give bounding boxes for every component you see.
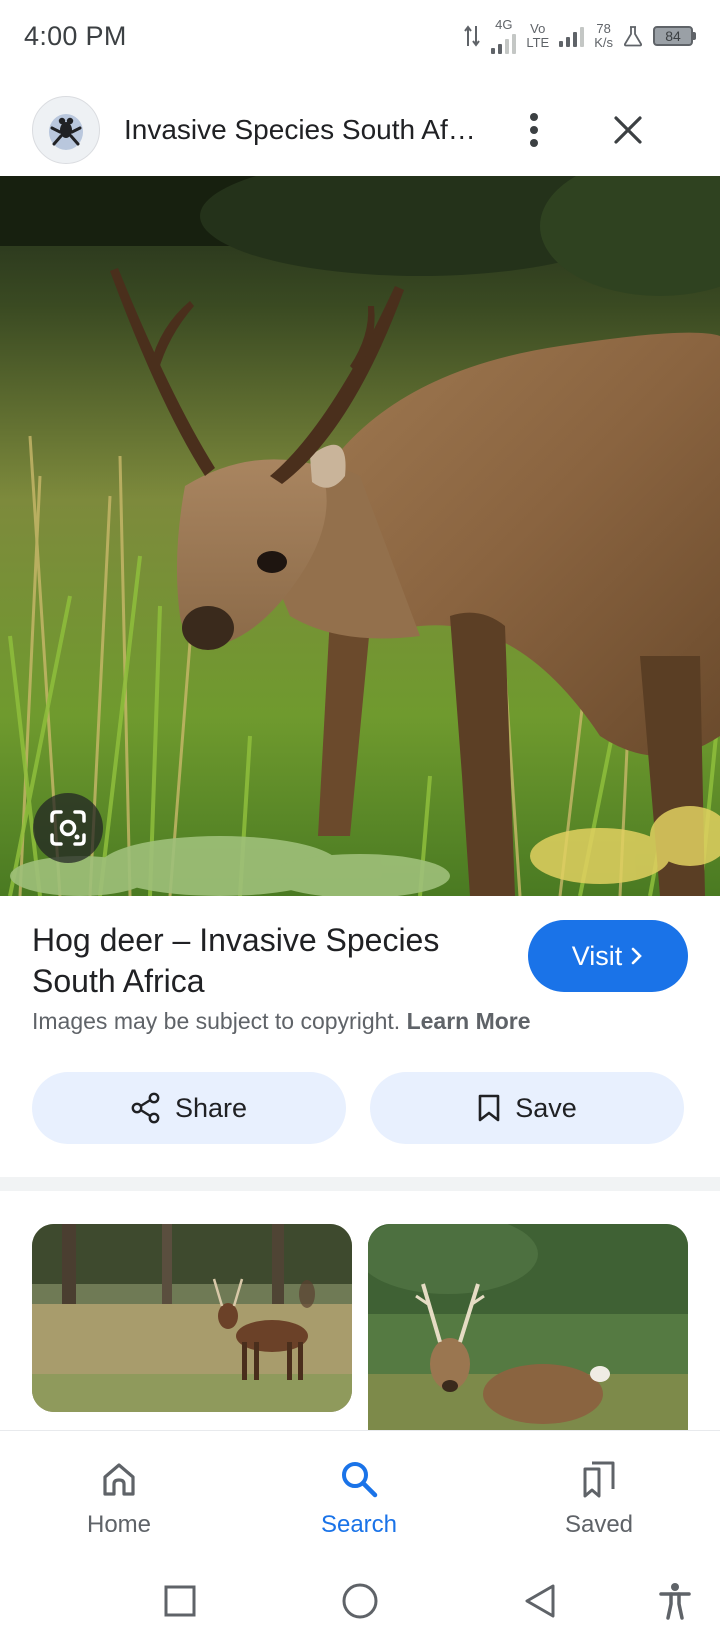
home-system-button[interactable] [335, 1576, 385, 1626]
back-button[interactable] [515, 1576, 565, 1626]
section-divider [0, 1177, 720, 1191]
home-circle-icon [342, 1583, 378, 1619]
lte-label: LTE [526, 35, 550, 50]
battery-level: 84 [665, 28, 681, 44]
nav-home-label: Home [86, 1511, 152, 1538]
recents-button[interactable] [155, 1576, 205, 1626]
lens-icon [50, 810, 86, 846]
nav-saved-label: Saved [564, 1511, 634, 1538]
nav-search-label: Search [320, 1511, 398, 1538]
copyright-notice: Images may be subject to copyright. Lear… [32, 1008, 531, 1035]
copyright-text: Images may be subject to copyright. [32, 1008, 401, 1034]
system-navigation-bar [0, 1562, 720, 1640]
visit-label: Visit [571, 940, 623, 971]
nav-saved[interactable]: Saved [519, 1431, 679, 1563]
saved-icon [583, 1461, 615, 1498]
nav-search[interactable]: Search [279, 1431, 439, 1563]
site-logo[interactable] [32, 96, 100, 164]
header-title: Invasive Species South Africa [124, 114, 484, 145]
close-button[interactable] [604, 106, 652, 154]
network-speed-value: 78 [596, 21, 611, 36]
flask-icon [623, 26, 643, 47]
related-image[interactable] [368, 1224, 688, 1444]
save-button[interactable]: Save [370, 1072, 684, 1144]
nav-home[interactable]: Home [39, 1431, 199, 1563]
result-title[interactable]: Hog deer – Invasive Species South Africa [32, 920, 492, 1002]
accessibility-icon [659, 1583, 691, 1620]
status-time: 4:00 PM [24, 20, 127, 51]
learn-more-link[interactable]: Learn More [407, 1008, 531, 1034]
status-icons: 4G Vo LTE 78 K/s 84 [463, 18, 696, 54]
signal-strength-icon-2 [559, 25, 585, 47]
viewer-header: Invasive Species South Africa [0, 82, 720, 178]
visit-button[interactable]: Visit [528, 920, 688, 992]
volte-label: Vo [530, 21, 546, 36]
search-icon [342, 1462, 378, 1498]
share-label: Share [174, 1092, 248, 1123]
recents-icon [164, 1585, 196, 1617]
network-speed-unit: K/s [594, 35, 613, 50]
related-image[interactable] [32, 1224, 352, 1412]
main-image[interactable] [0, 176, 720, 896]
bottom-navigation: Home Search Saved [0, 1430, 720, 1562]
share-icon [131, 1092, 160, 1124]
status-bar: 4:00 PM 4G Vo LTE 78 K/s 84 [0, 0, 720, 72]
home-icon [103, 1463, 135, 1496]
data-transfer-icon [464, 25, 481, 47]
more-options-button[interactable] [510, 106, 558, 154]
more-vert-icon [530, 113, 538, 147]
save-label: Save [515, 1092, 577, 1123]
bookmark-icon [478, 1094, 500, 1122]
close-icon [614, 116, 642, 144]
signal-strength-icon [491, 32, 517, 54]
share-button[interactable]: Share [32, 1072, 346, 1144]
lens-search-button[interactable] [33, 793, 103, 863]
back-triangle-icon [525, 1584, 555, 1618]
battery-icon: 84 [653, 26, 696, 46]
network-type-label: 4G [495, 17, 513, 32]
frog-logo-icon [49, 114, 83, 150]
accessibility-button[interactable] [650, 1576, 700, 1626]
chevron-right-icon [631, 947, 643, 965]
